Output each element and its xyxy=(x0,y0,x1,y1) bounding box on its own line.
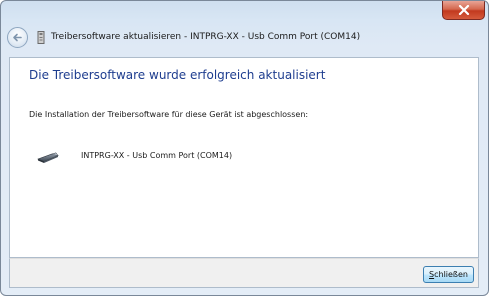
button-label-rest: chließen xyxy=(434,270,468,279)
status-message: Die Installation der Treibersoftware für… xyxy=(29,110,309,119)
close-dialog-button[interactable]: Schließen xyxy=(423,266,474,283)
device-manager-icon xyxy=(37,31,45,44)
content-area xyxy=(9,57,479,258)
device-name: INTPRG-XX - Usb Comm Port (COM14) xyxy=(81,151,233,160)
usb-device-icon xyxy=(37,152,59,163)
back-button[interactable] xyxy=(7,27,28,48)
button-bar xyxy=(9,258,479,288)
page-heading: Die Treibersoftware wurde erfolgreich ak… xyxy=(29,68,326,82)
window-title: Treibersoftware aktualisieren - INTPRG-X… xyxy=(51,32,361,42)
back-arrow-icon xyxy=(13,33,22,42)
window-close-button[interactable] xyxy=(442,1,485,20)
close-x-icon xyxy=(458,5,470,15)
dialog-window: Treibersoftware aktualisieren - INTPRG-X… xyxy=(0,0,489,296)
